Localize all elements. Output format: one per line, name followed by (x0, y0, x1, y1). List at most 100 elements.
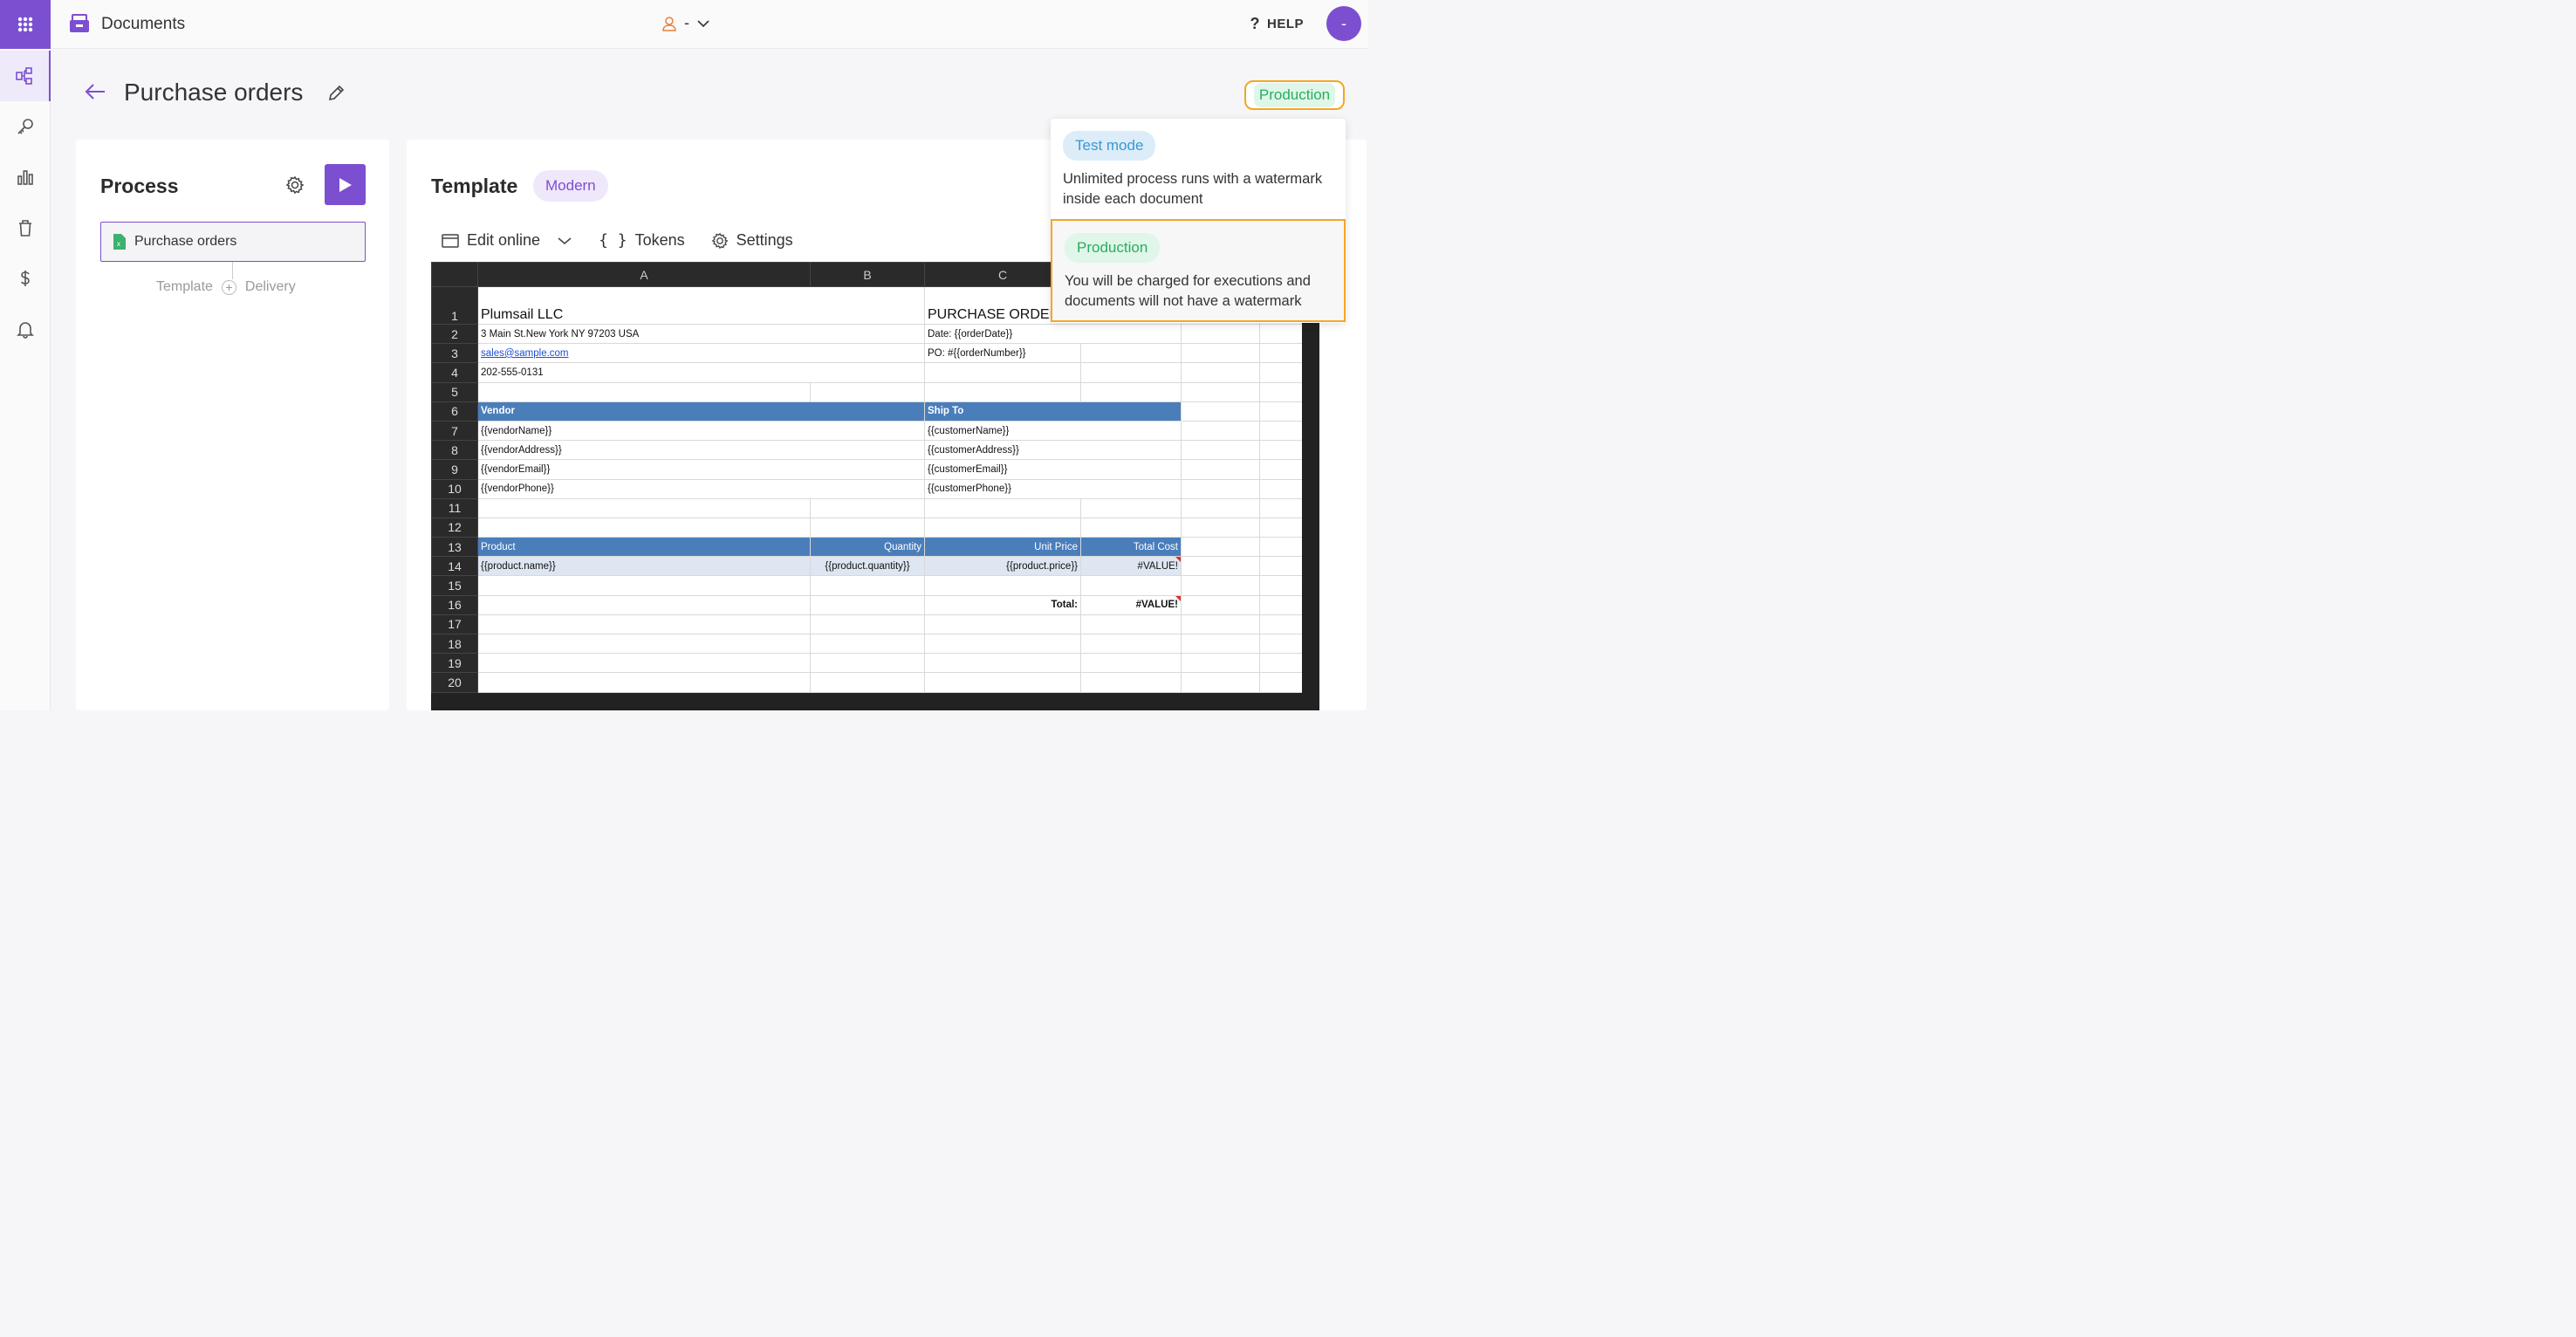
cell[interactable] (1181, 614, 1260, 635)
document-item[interactable]: x Purchase orders (100, 222, 366, 262)
cell[interactable] (477, 672, 811, 693)
cell[interactable] (810, 497, 925, 518)
row-header[interactable]: 19 (431, 653, 478, 674)
settings-button[interactable]: Settings (711, 231, 793, 250)
cell[interactable] (477, 497, 811, 518)
cell[interactable] (810, 575, 925, 596)
cell[interactable] (477, 633, 811, 655)
column-header[interactable]: A (477, 262, 811, 287)
product-quantity-cell[interactable]: {{product.quantity}} (810, 556, 925, 577)
cell[interactable] (810, 614, 925, 635)
cell[interactable] (1181, 517, 1260, 538)
mode-option-production[interactable]: Production You will be charged for execu… (1051, 219, 1346, 322)
product-name-cell[interactable]: {{product.name}} (477, 556, 811, 577)
cell[interactable] (1259, 517, 1304, 538)
cell[interactable] (1259, 672, 1304, 693)
cell[interactable] (1259, 420, 1304, 442)
cell[interactable] (477, 517, 811, 538)
chevron-down-icon[interactable] (557, 237, 572, 245)
total-label-cell[interactable]: Total: (924, 594, 1081, 615)
cell[interactable] (1181, 323, 1260, 345)
cell[interactable] (1181, 459, 1260, 480)
row-header[interactable]: 17 (431, 614, 478, 635)
cell[interactable] (1259, 401, 1304, 422)
cell[interactable] (1181, 633, 1260, 655)
tokens-button[interactable]: { } Tokens (599, 231, 685, 250)
nav-notifications[interactable] (0, 304, 51, 354)
add-step-icon[interactable]: + (221, 279, 236, 295)
vendor-address-cell[interactable]: {{vendorAddress}} (477, 440, 925, 461)
cell[interactable] (477, 594, 811, 615)
cell[interactable] (1259, 594, 1304, 615)
cell[interactable] (1181, 575, 1260, 596)
avatar[interactable]: - (1326, 6, 1361, 41)
company-name-cell[interactable]: Plumsail LLC (477, 286, 925, 325)
cell[interactable] (1080, 343, 1182, 364)
cell[interactable] (1181, 497, 1260, 518)
cell[interactable] (810, 633, 925, 655)
cell[interactable] (1080, 614, 1182, 635)
row-header[interactable]: 13 (431, 537, 478, 558)
cell[interactable] (477, 575, 811, 596)
vendor-header-cell[interactable]: Vendor (477, 401, 925, 422)
row-header[interactable]: 20 (431, 672, 478, 693)
cell[interactable] (1259, 381, 1304, 402)
cell[interactable] (924, 653, 1081, 674)
cell[interactable] (810, 672, 925, 693)
cell[interactable] (1181, 343, 1260, 364)
phone-cell[interactable]: 202-555-0131 (477, 362, 925, 383)
date-token-cell[interactable]: Date: {{orderDate}} (924, 323, 1182, 345)
cell[interactable] (1181, 381, 1260, 402)
cell[interactable] (810, 381, 925, 402)
total-cost-header-cell[interactable]: Total Cost (1080, 537, 1182, 558)
nav-reports[interactable] (0, 152, 51, 202)
cell[interactable] (924, 614, 1081, 635)
row-header[interactable]: 4 (431, 362, 478, 383)
row-header[interactable]: 16 (431, 594, 478, 615)
mode-option-test[interactable]: Test mode Unlimited process runs with a … (1051, 119, 1346, 220)
cell[interactable] (1080, 672, 1182, 693)
customer-address-cell[interactable]: {{customerAddress}} (924, 440, 1182, 461)
nav-billing[interactable] (0, 253, 51, 304)
row-header[interactable]: 12 (431, 517, 478, 538)
cell[interactable] (477, 381, 811, 402)
apps-grid-button[interactable] (0, 0, 51, 49)
cell[interactable] (1259, 556, 1304, 577)
user-selector[interactable]: - (661, 14, 710, 32)
back-arrow-icon[interactable] (84, 82, 106, 101)
cell[interactable] (1259, 575, 1304, 596)
row-header[interactable]: 8 (431, 440, 478, 461)
total-value-cell[interactable]: #VALUE! (1080, 594, 1182, 615)
row-header[interactable]: 6 (431, 401, 478, 422)
gear-icon[interactable] (285, 175, 305, 195)
edit-pencil-icon[interactable] (326, 84, 346, 103)
cell[interactable] (1181, 420, 1260, 442)
vendor-phone-cell[interactable]: {{vendorPhone}} (477, 478, 925, 499)
row-header[interactable]: 7 (431, 420, 478, 442)
cell[interactable] (1181, 440, 1260, 461)
customer-email-cell[interactable]: {{customerEmail}} (924, 459, 1182, 480)
cell[interactable] (1080, 381, 1182, 402)
cell[interactable] (1181, 672, 1260, 693)
row-header[interactable]: 11 (431, 497, 478, 518)
cell[interactable] (924, 575, 1081, 596)
spreadsheet-preview[interactable]: A B C 1 Plumsail LLC PURCHASE ORDER 2 3 … (431, 262, 1319, 710)
quantity-header-cell[interactable]: Quantity (810, 537, 925, 558)
cell[interactable] (1259, 633, 1304, 655)
product-total-cell[interactable]: #VALUE! (1080, 556, 1182, 577)
row-header[interactable]: 1 (431, 286, 478, 325)
customer-phone-cell[interactable]: {{customerPhone}} (924, 478, 1182, 499)
cell[interactable] (1080, 633, 1182, 655)
cell[interactable] (1080, 575, 1182, 596)
cell[interactable] (1080, 517, 1182, 538)
cell[interactable] (810, 594, 925, 615)
row-header[interactable]: 15 (431, 575, 478, 596)
cell[interactable] (1181, 594, 1260, 615)
vendor-name-cell[interactable]: {{vendorName}} (477, 420, 925, 442)
cell[interactable] (1181, 478, 1260, 499)
cell[interactable] (1181, 653, 1260, 674)
help-button[interactable]: ? HELP (1250, 15, 1304, 33)
mode-selector-button[interactable]: Production (1244, 80, 1345, 110)
column-header[interactable]: B (810, 262, 925, 287)
cell[interactable] (924, 633, 1081, 655)
